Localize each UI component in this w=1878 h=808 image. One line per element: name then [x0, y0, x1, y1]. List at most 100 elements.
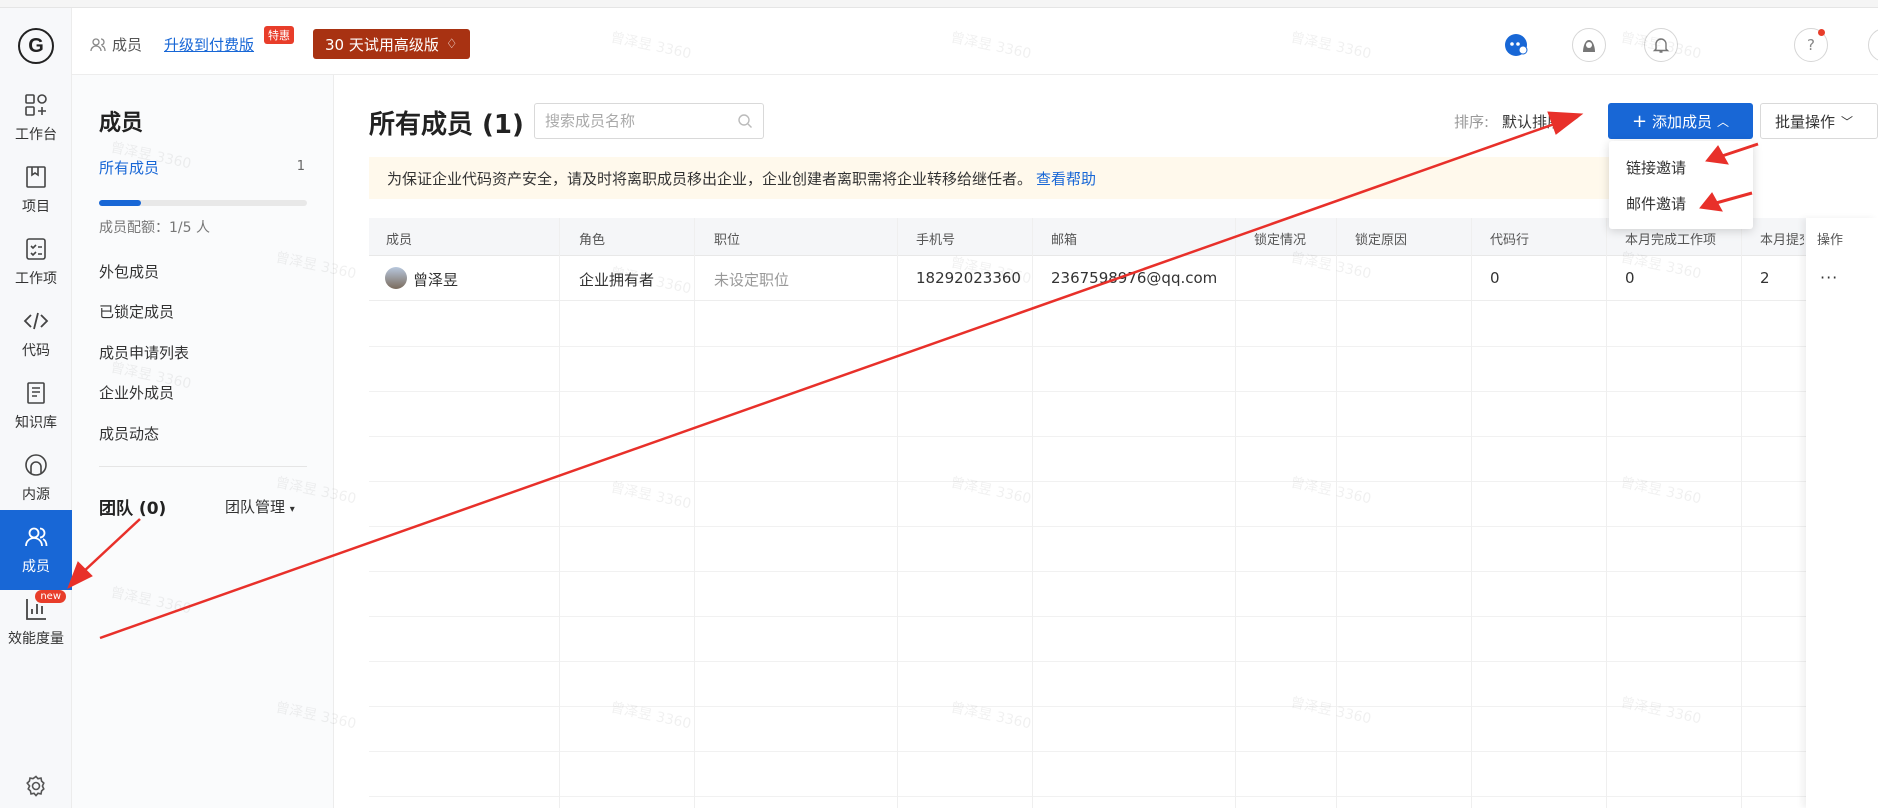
- members-small-icon: [90, 37, 106, 51]
- nav-metrics[interactable]: new 效能度量: [0, 582, 72, 662]
- grid-line: [369, 391, 1878, 392]
- member-role: 企业拥有者: [579, 271, 655, 289]
- top-header: 成员 升级到付费版 特惠 30 天试用高级版 ♢ ? +: [72, 8, 1878, 75]
- browser-bookmark-strip: [0, 0, 1878, 8]
- members-sidebar: 成员 所有成员 1 成员配额：1/5 人 外包成员 已锁定成员 成员申请列表 企…: [72, 75, 334, 808]
- help-link[interactable]: 查看帮助: [1036, 168, 1096, 189]
- team-manage-dropdown[interactable]: 团队管理 ▾: [225, 496, 295, 517]
- main-nav-rail: G 工作台 项目 工作项 代码 知识库 内源 成员 new 效能度量: [0, 8, 72, 808]
- more-actions-icon[interactable]: ···: [1820, 268, 1838, 287]
- upgrade-link[interactable]: 升级到付费版: [164, 34, 254, 55]
- column-member: 成员: [386, 233, 413, 248]
- column-lock-status: 锁定情况: [1254, 233, 1307, 248]
- search-input[interactable]: [535, 104, 725, 138]
- grid-line: [369, 751, 1878, 752]
- grid-line: [369, 661, 1878, 662]
- trial-button[interactable]: 30 天试用高级版 ♢: [313, 29, 470, 59]
- sidebar-title: 成员: [99, 111, 144, 136]
- gitee-logo[interactable]: G: [18, 28, 54, 64]
- watermark-text: 曾泽昱 3360: [1619, 474, 1703, 508]
- col-divider: [1336, 218, 1337, 808]
- add-member-button[interactable]: + 添加成员 ︿: [1608, 103, 1753, 139]
- grid-line: [369, 571, 1878, 572]
- chevron-up-icon: ︿: [1717, 114, 1730, 129]
- new-badge: new: [35, 590, 66, 603]
- sidebar-item-applications[interactable]: 成员申请列表: [99, 342, 189, 363]
- notification-dot: [1818, 29, 1825, 36]
- sidebar-item-outsourced[interactable]: 外包成员: [99, 261, 159, 282]
- member-email: 2367598976@qq.com: [1051, 269, 1218, 287]
- sidebar-item-activity[interactable]: 成员动态: [99, 423, 159, 444]
- grid-line: [369, 436, 1878, 437]
- help-icon[interactable]: ?: [1794, 28, 1828, 62]
- member-search[interactable]: [534, 103, 764, 139]
- promo-badge: 特惠: [264, 26, 294, 44]
- sidebar-item-all-members[interactable]: 所有成员: [99, 157, 159, 178]
- nav-project[interactable]: 项目: [0, 150, 72, 230]
- settings-gear-icon[interactable]: [24, 774, 48, 798]
- quota-progress: [99, 200, 307, 206]
- nav-tasks[interactable]: 工作项: [0, 222, 72, 302]
- assistant-icon[interactable]: [1499, 28, 1533, 62]
- bell-icon[interactable]: [1644, 28, 1678, 62]
- sidebar-item-locked[interactable]: 已锁定成员: [99, 301, 174, 322]
- code-icon: [23, 312, 49, 330]
- sidebar-item-external[interactable]: 企业外成员: [99, 382, 174, 403]
- breadcrumb: 成员: [90, 34, 142, 55]
- chevron-down-icon: ﹀: [1841, 114, 1854, 129]
- batch-actions-button[interactable]: 批量操作 ﹀: [1760, 103, 1878, 139]
- col-divider: [1032, 218, 1033, 808]
- add-member-dropdown: 链接邀请 邮件邀请: [1609, 141, 1753, 229]
- project-icon: [26, 166, 46, 188]
- menu-item-email-invite[interactable]: 邮件邀请: [1626, 193, 1686, 214]
- page-title: 所有成员 (1): [369, 110, 524, 140]
- col-divider: [694, 218, 695, 808]
- search-icon: [738, 114, 752, 128]
- member-commits: 2: [1760, 269, 1770, 287]
- nav-members[interactable]: 成员: [0, 510, 72, 590]
- nav-dashboard[interactable]: 工作台: [0, 78, 72, 158]
- nav-label: 工作台: [15, 127, 57, 143]
- column-tasks-done: 本月完成工作项: [1625, 233, 1717, 248]
- quota-text: 成员配额：1/5 人: [99, 220, 210, 236]
- plus-icon[interactable]: +: [1868, 28, 1878, 62]
- column-email: 邮箱: [1051, 233, 1078, 248]
- quota-progress-fill: [99, 200, 141, 206]
- notice-text: 为保证企业代码资产安全，请及时将离职成员移出企业，企业创建者离职需将企业转移给继…: [387, 169, 1033, 188]
- nav-inner-source[interactable]: 内源: [0, 438, 72, 518]
- nav-code[interactable]: 代码: [0, 294, 72, 374]
- menu-item-link-invite[interactable]: 链接邀请: [1626, 157, 1686, 178]
- col-divider: [1741, 218, 1742, 808]
- table-row[interactable]: 曾泽昱 企业拥有者 未设定职位 18292023360 2367598976@q…: [369, 256, 1878, 301]
- team-manage-label: 团队管理: [225, 498, 286, 516]
- nav-wiki[interactable]: 知识库: [0, 366, 72, 446]
- member-position: 未设定职位: [714, 271, 790, 289]
- watermark-text: 曾泽昱 3360: [1619, 694, 1703, 728]
- task-icon: [26, 238, 46, 260]
- col-divider: [1471, 218, 1472, 808]
- sort-select[interactable]: 默认排序 ﹀: [1502, 111, 1579, 132]
- watermark-text: 曾泽昱 3360: [949, 474, 1033, 508]
- book-icon: [27, 382, 45, 404]
- actions-column: 操作 ···: [1806, 218, 1878, 808]
- notice-banner: 为保证企业代码资产安全，请及时将离职成员移出企业，企业创建者离职需将企业转移给继…: [369, 157, 1609, 199]
- watermark-text: 曾泽昱 3360: [609, 699, 693, 733]
- sort-value: 默认排序: [1502, 113, 1563, 131]
- dashboard-icon: [25, 94, 47, 116]
- column-code-lines: 代码行: [1490, 233, 1530, 248]
- grid-line: [369, 616, 1878, 617]
- avatar-bot-icon[interactable]: [1572, 28, 1606, 62]
- col-divider: [1606, 218, 1607, 808]
- column-lock-reason: 锁定原因: [1355, 233, 1408, 248]
- column-actions: 操作: [1817, 233, 1844, 248]
- watermark-text: 曾泽昱 3360: [949, 699, 1033, 733]
- grid-line: [369, 481, 1878, 482]
- team-section-title: 团队 (0): [99, 499, 167, 519]
- nav-label: 成员: [22, 559, 50, 575]
- watermark-text: 曾泽昱 3360: [1289, 474, 1373, 508]
- inner-source-icon: [25, 454, 47, 476]
- nav-label: 工作项: [15, 271, 57, 287]
- member-name[interactable]: 曾泽昱: [413, 269, 458, 290]
- breadcrumb-current: 成员: [112, 36, 143, 54]
- nav-label: 代码: [22, 343, 50, 359]
